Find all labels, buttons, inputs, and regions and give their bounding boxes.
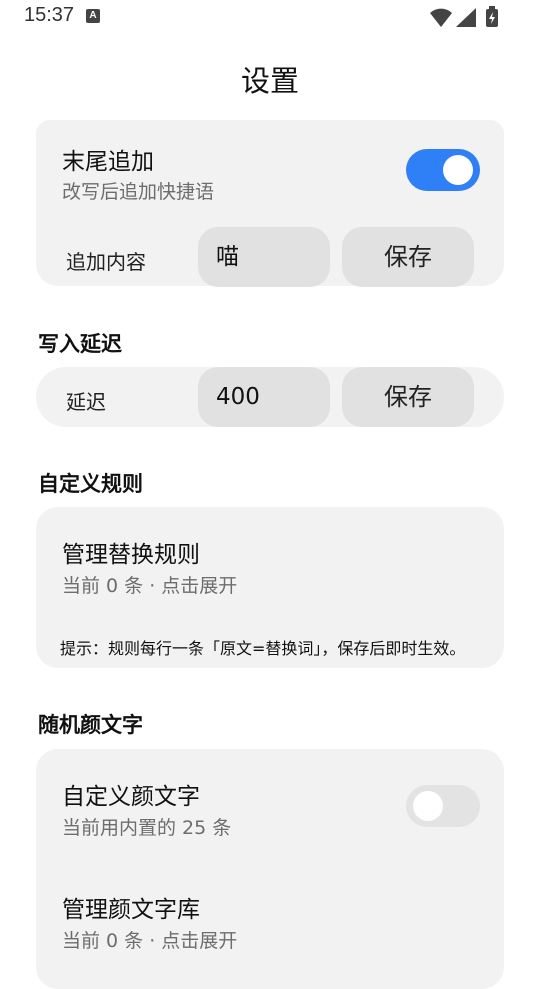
status-bar: 15:37 A (0, 0, 540, 34)
rules-section-title: 自定义规则 (38, 472, 143, 496)
rules-card[interactable]: 管理替换规则 当前 0 条 · 点击展开 提示：规则每行一条「原文=替换词」，保… (36, 507, 504, 668)
toggle-knob (443, 155, 473, 185)
kaomoji-section-title: 随机颜文字 (38, 713, 143, 737)
append-content-input[interactable]: 喵 (198, 227, 330, 287)
manage-kaomoji-title[interactable]: 管理颜文字库 (62, 890, 200, 924)
delay-input[interactable]: 400 (198, 367, 330, 427)
append-subtitle: 改写后追加快捷语 (62, 181, 215, 203)
rules-hint: 提示：规则每行一条「原文=替换词」，保存后即时生效。 (60, 639, 466, 658)
manage-rules-subtitle: 当前 0 条 · 点击展开 (62, 575, 238, 597)
append-save-button[interactable]: 保存 (342, 227, 474, 287)
append-field-label: 追加内容 (66, 250, 146, 274)
custom-kaomoji-title: 自定义颜文字 (62, 784, 200, 810)
signal-icon (456, 8, 476, 27)
delay-section-title: 写入延迟 (38, 332, 122, 356)
kaomoji-card: 自定义颜文字 当前用内置的 25 条 管理颜文字库 当前 0 条 · 点击展开 (36, 749, 504, 989)
custom-kaomoji-subtitle: 当前用内置的 25 条 (62, 817, 232, 839)
delay-save-button[interactable]: 保存 (342, 367, 474, 427)
delay-card: 延迟 400 保存 (36, 367, 504, 427)
page-title: 设置 (240, 64, 299, 98)
append-card: 末尾追加 改写后追加快捷语 追加内容 喵 保存 (36, 120, 504, 287)
wifi-icon (430, 8, 452, 27)
status-time: 15:37 (24, 4, 75, 26)
manage-rules-title[interactable]: 管理替换规则 (62, 535, 200, 569)
manage-kaomoji-subtitle: 当前 0 条 · 点击展开 (62, 930, 238, 952)
append-toggle[interactable] (406, 149, 480, 191)
battery-icon (486, 6, 498, 27)
delay-field-label: 延迟 (66, 390, 106, 414)
notification-icon: A (86, 9, 100, 23)
toggle-knob (413, 791, 443, 821)
custom-kaomoji-toggle[interactable] (406, 785, 480, 827)
append-title: 末尾追加 (62, 149, 154, 175)
system-icons (430, 6, 498, 27)
